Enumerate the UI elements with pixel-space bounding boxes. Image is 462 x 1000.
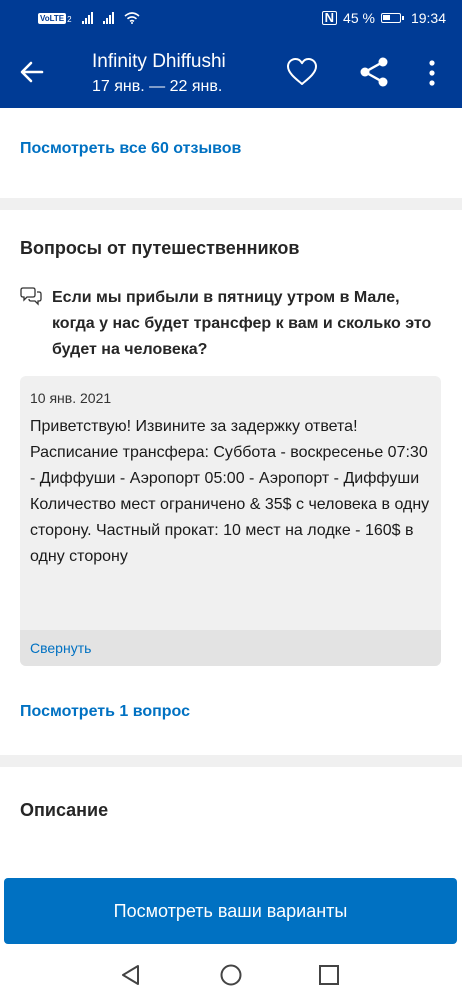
share-icon[interactable] [358,56,390,88]
see-your-options-button[interactable]: Посмотреть ваши варианты [4,878,457,944]
nav-recents-icon[interactable] [316,962,342,988]
battery-icon [380,13,404,23]
nav-back-icon[interactable] [118,962,144,988]
back-arrow-icon[interactable] [18,58,46,86]
collapse-link[interactable]: Свернуть [30,640,91,656]
nfc-icon: N [321,11,338,25]
answer-text: Приветствую! Извините за задержку ответа… [30,418,430,565]
app-bar: Infinity Dhiffushi 17 янв. — 22 янв. [0,36,462,108]
more-vertical-icon[interactable] [424,58,440,88]
sim-number: 2 [67,14,72,24]
volte-badge: VoLTE [38,12,67,24]
section-divider [0,198,462,210]
description-heading: Описание [20,800,109,820]
questions-heading: Вопросы от путешественников [20,238,300,258]
collapse-bar: Свернуть [20,630,441,666]
signal-icon-2 [102,12,114,24]
answer-date: 10 янв. 2021 [30,390,112,406]
volte-indicator: VoLTE 2 [38,12,72,24]
see-all-reviews-link[interactable]: Посмотреть все 60 отзывов [20,140,241,158]
see-more-questions-link[interactable]: Посмотреть 1 вопрос [20,703,190,721]
signal-icon [81,12,93,24]
status-bar: VoLTE 2 N 45 % 19:34 [0,0,462,36]
clock: 19:34 [410,10,446,26]
battery-percent: 45 % [343,10,375,26]
stay-dates: 17 янв. — 22 янв. [92,78,223,95]
answer-panel: 10 янв. 2021 Приветствую! Извините за за… [20,376,441,666]
status-left: VoLTE 2 [38,12,140,24]
nav-home-icon[interactable] [218,962,244,988]
status-right: N 45 % 19:34 [321,10,446,26]
question-text: Если мы прибыли в пятницу утром в Мале, … [52,289,432,358]
system-nav-bar [0,950,462,1000]
wifi-icon [124,12,140,24]
hotel-title: Infinity Dhiffushi [92,51,226,72]
section-divider [0,755,462,767]
heart-icon[interactable] [285,56,319,88]
speech-bubbles-icon [20,287,42,306]
